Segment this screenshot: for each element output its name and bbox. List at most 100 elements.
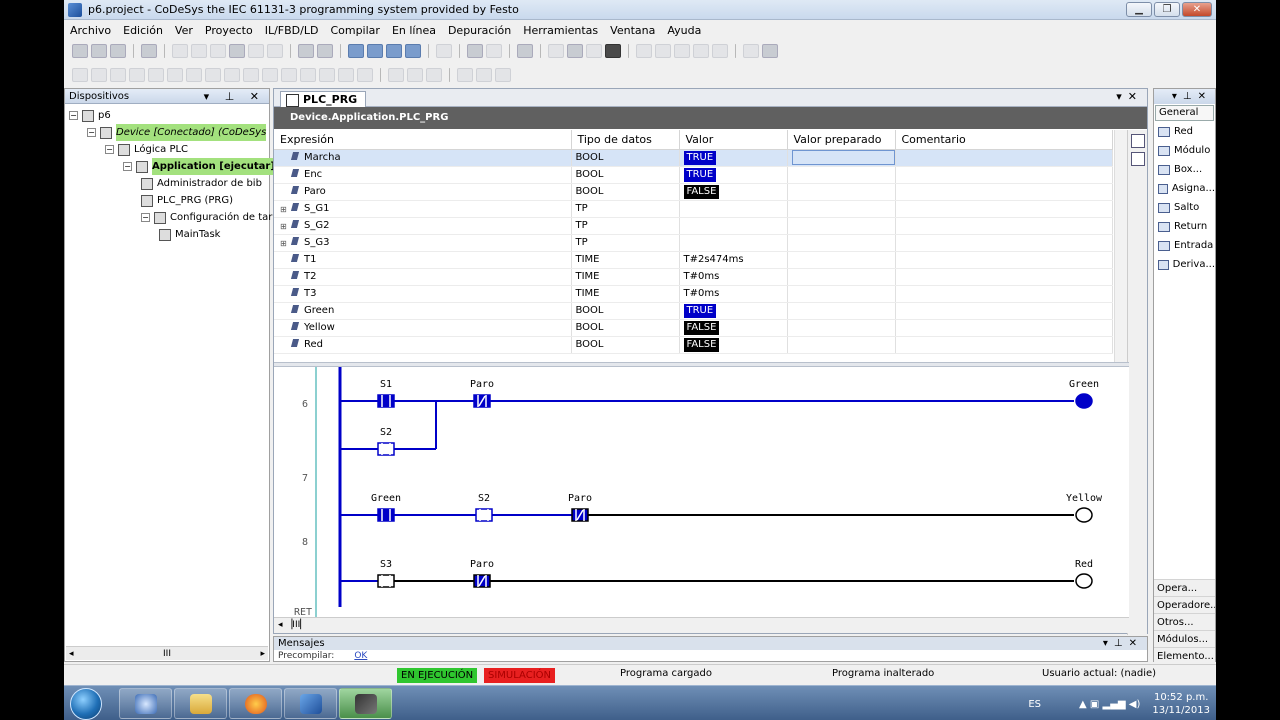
table-row[interactable]: Yellow BOOL FALSE	[274, 319, 1113, 337]
expand-row-icon[interactable]: ⊞	[280, 205, 287, 214]
undo-icon[interactable]	[172, 44, 188, 58]
box-en-icon[interactable]	[243, 68, 259, 82]
prepared-value-cell[interactable]	[787, 200, 896, 218]
comment-cell[interactable]	[895, 217, 1113, 235]
menu-item-6[interactable]: En línea	[392, 24, 436, 37]
tray-icons[interactable]: ▲ ▣ ▂▄▆ ◀)	[1079, 699, 1140, 710]
prepared-value-cell[interactable]	[787, 217, 896, 235]
box-icon[interactable]	[224, 68, 240, 82]
prepared-value-cell[interactable]	[787, 302, 896, 320]
insert-icon[interactable]	[476, 68, 492, 82]
cursor-icon[interactable]	[693, 44, 709, 58]
redo-icon[interactable]	[191, 44, 207, 58]
toolbox-controls[interactable]: ▾⊥✕	[1154, 89, 1215, 104]
tree-node[interactable]: − Configuración de tar	[141, 209, 272, 226]
tab-plc-prg[interactable]: PLC_PRG	[280, 91, 367, 107]
ladder-hscrollbar[interactable]: ◂ ▕III▏	[274, 617, 1129, 633]
table-row[interactable]: T2 TIME T#0ms	[274, 268, 1113, 286]
clock[interactable]: 10:52 p.m. 13/11/2013	[1152, 691, 1210, 717]
virtualbox-taskbar-button[interactable]	[284, 688, 337, 719]
toolbox-category-3[interactable]: Módulos...	[1154, 630, 1215, 647]
coil-icon[interactable]	[148, 68, 164, 82]
menu-item-9[interactable]: Ventana	[610, 24, 655, 37]
login-icon[interactable]	[348, 44, 364, 58]
prepared-value-cell[interactable]	[787, 268, 896, 286]
toolbox-category-4[interactable]: Elemento...	[1154, 647, 1215, 664]
comment-cell[interactable]	[895, 183, 1113, 201]
flow-icon[interactable]	[712, 44, 728, 58]
parallel-contact-icon[interactable]	[110, 68, 126, 82]
menu-item-2[interactable]: Ver	[175, 24, 193, 37]
label-icon[interactable]	[357, 68, 373, 82]
contact[interactable]	[377, 442, 395, 456]
table-row[interactable]: Enc BOOL TRUE	[274, 166, 1113, 184]
contact[interactable]	[377, 508, 395, 522]
expand-toggle-icon[interactable]: −	[123, 162, 132, 171]
stop-square-icon[interactable]	[605, 44, 621, 58]
find-icon[interactable]	[298, 44, 314, 58]
stop-icon[interactable]	[405, 44, 421, 58]
panel-controls[interactable]: ▾ ⊥ ✕	[204, 89, 265, 104]
column-header-3[interactable]: Valor preparado	[787, 130, 896, 150]
logout-icon[interactable]	[367, 44, 383, 58]
expand-toggle-icon[interactable]: −	[69, 111, 78, 120]
comment-cell[interactable]	[895, 234, 1113, 252]
table-row[interactable]: Red BOOL FALSE	[274, 336, 1113, 354]
table-row[interactable]: T1 TIME T#2s474ms	[274, 251, 1113, 269]
codesys-taskbar-button[interactable]	[339, 688, 392, 719]
coil[interactable]	[1075, 507, 1093, 523]
table-row[interactable]: ⊞ S_G1 TP	[274, 200, 1113, 218]
comment-cell[interactable]	[895, 336, 1113, 354]
column-header-4[interactable]: Comentario	[895, 130, 1113, 150]
tree-node[interactable]: PLC_PRG (PRG)	[141, 192, 233, 209]
table-row[interactable]: Paro BOOL FALSE	[274, 183, 1113, 201]
toggle-icon[interactable]	[407, 68, 423, 82]
tree-node[interactable]: Administrador de bib	[141, 175, 262, 192]
next-icon[interactable]	[743, 44, 759, 58]
breakpoint-icon[interactable]	[548, 44, 564, 58]
prepared-value-cell[interactable]	[787, 149, 896, 167]
expand-toggle-icon[interactable]: −	[87, 128, 96, 137]
toolbox-item[interactable]: Box...	[1154, 160, 1215, 179]
menu-item-3[interactable]: Proyecto	[205, 24, 253, 37]
contact[interactable]	[475, 508, 493, 522]
table-row[interactable]: ⊞ S_G3 TP	[274, 234, 1113, 252]
column-header-1[interactable]: Tipo de datos	[571, 130, 680, 150]
comment-icon[interactable]	[388, 68, 404, 82]
step-over-icon[interactable]	[655, 44, 671, 58]
contact[interactable]	[377, 394, 395, 408]
search-icon[interactable]	[762, 44, 778, 58]
copy-icon[interactable]	[229, 44, 245, 58]
firefox-taskbar-button[interactable]	[229, 688, 282, 719]
comment-cell[interactable]	[895, 200, 1113, 218]
menu-item-4[interactable]: IL/FBD/LD	[265, 24, 319, 37]
menu-item-1[interactable]: Edición	[123, 24, 163, 37]
toolbox-category-0[interactable]: Opera...	[1154, 579, 1215, 596]
negate-icon[interactable]	[426, 68, 442, 82]
column-header-0[interactable]: Expresión	[274, 130, 572, 150]
menu-item-7[interactable]: Depuración	[448, 24, 511, 37]
prepared-value-cell[interactable]	[787, 336, 896, 354]
close-button[interactable]: ✕	[1182, 2, 1212, 17]
toolbox-item[interactable]: Deriva...	[1154, 255, 1215, 274]
tree-node[interactable]: − p6	[69, 107, 111, 124]
toolbox-category-select[interactable]: General	[1155, 105, 1214, 121]
table-row[interactable]: Marcha BOOL TRUE	[274, 149, 1113, 167]
menu-item-5[interactable]: Compilar	[330, 24, 379, 37]
save-icon[interactable]	[110, 44, 126, 58]
prepared-value-cell[interactable]	[787, 285, 896, 303]
tree-node[interactable]: − Application [ejecutar]	[123, 158, 275, 175]
comment-cell[interactable]	[895, 268, 1113, 286]
tree-node[interactable]: − Lógica PLC	[105, 141, 188, 158]
negated-contact-icon[interactable]	[129, 68, 145, 82]
return-icon[interactable]	[300, 68, 316, 82]
comment-cell[interactable]	[895, 251, 1113, 269]
prepared-value-cell[interactable]	[787, 251, 896, 269]
contact-icon[interactable]	[91, 68, 107, 82]
comment-cell[interactable]	[895, 149, 1113, 167]
export-icon[interactable]	[486, 44, 502, 58]
print-icon[interactable]	[141, 44, 157, 58]
cut-icon[interactable]	[210, 44, 226, 58]
align-icon[interactable]	[495, 68, 511, 82]
explorer-taskbar-button[interactable]	[174, 688, 227, 719]
